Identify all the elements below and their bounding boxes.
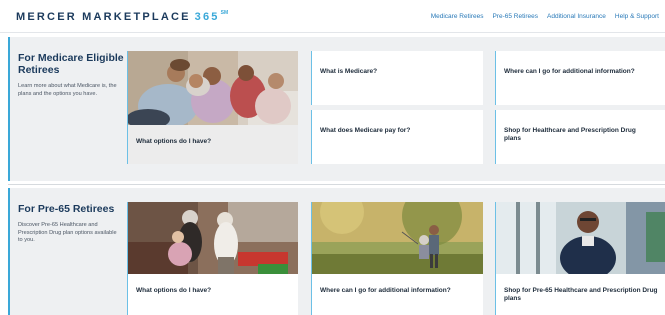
card-shop-medicare-plans-title: Shop for Healthcare and Prescription Dru… bbox=[504, 127, 636, 142]
logo-number: 365 bbox=[194, 11, 220, 23]
nav-link-pre65-retirees[interactable]: Pre-65 Retirees bbox=[492, 13, 538, 20]
card-shop-pre65-plans-title: Shop for Pre-65 Healthcare and Prescript… bbox=[504, 287, 658, 302]
family-photo bbox=[128, 51, 298, 125]
section-divider bbox=[8, 184, 665, 185]
site-header: MERCER MARKETPLACE 365SM Medicare Retiree… bbox=[0, 0, 665, 33]
park-walk-photo bbox=[312, 202, 483, 274]
medicare-options-title: What options do I have? bbox=[136, 138, 212, 145]
card-pre65-additional-info[interactable]: Where can I go for additional informatio… bbox=[311, 202, 483, 315]
card-what-is-medicare-title: What is Medicare? bbox=[320, 68, 378, 75]
card-medicare-pay-title: What does Medicare pay for? bbox=[320, 127, 411, 134]
logo-text: MERCER MARKETPLACE bbox=[16, 11, 191, 23]
nav-link-additional-insurance[interactable]: Additional Insurance bbox=[547, 13, 606, 20]
card-medicare-additional-info-title: Where can I go for additional informatio… bbox=[504, 68, 635, 75]
nav-link-help-support[interactable]: Help & Support bbox=[615, 13, 659, 20]
card-medicare-pay[interactable]: What does Medicare pay for? bbox=[311, 110, 483, 164]
medicare-options-card[interactable]: What options do I have? bbox=[127, 51, 298, 164]
retiree-portrait-photo bbox=[496, 202, 665, 274]
site-logo[interactable]: MERCER MARKETPLACE 365SM bbox=[16, 10, 228, 23]
pre65-options-title: What options do I have? bbox=[136, 287, 212, 294]
grandparent-photo bbox=[128, 202, 298, 274]
nav-link-medicare-retirees[interactable]: Medicare Retirees bbox=[431, 13, 484, 20]
pre65-section-description: Discover Pre-65 Healthcare and Prescript… bbox=[18, 222, 117, 243]
card-what-is-medicare[interactable]: What is Medicare? bbox=[311, 51, 483, 105]
medicare-section-title: For Medicare Eligible Retirees bbox=[18, 52, 124, 76]
card-shop-pre65-plans[interactable]: Shop for Pre-65 Healthcare and Prescript… bbox=[495, 202, 665, 315]
card-pre65-additional-info-title: Where can I go for additional informatio… bbox=[320, 287, 451, 294]
card-medicare-additional-info[interactable]: Where can I go for additional informatio… bbox=[495, 51, 665, 105]
pre65-options-card[interactable]: What options do I have? bbox=[127, 202, 298, 315]
main-nav: Medicare Retirees Pre-65 Retirees Additi… bbox=[431, 13, 659, 20]
pre65-section: For Pre-65 Retirees Discover Pre-65 Heal… bbox=[8, 188, 665, 315]
logo-service-mark: SM bbox=[220, 10, 229, 16]
card-shop-medicare-plans[interactable]: Shop for Healthcare and Prescription Dru… bbox=[495, 110, 665, 164]
medicare-section: For Medicare Eligible Retirees Learn mor… bbox=[8, 37, 665, 181]
medicare-section-description: Learn more about what Medicare is, the p… bbox=[18, 83, 117, 97]
pre65-section-title: For Pre-65 Retirees bbox=[18, 203, 115, 215]
